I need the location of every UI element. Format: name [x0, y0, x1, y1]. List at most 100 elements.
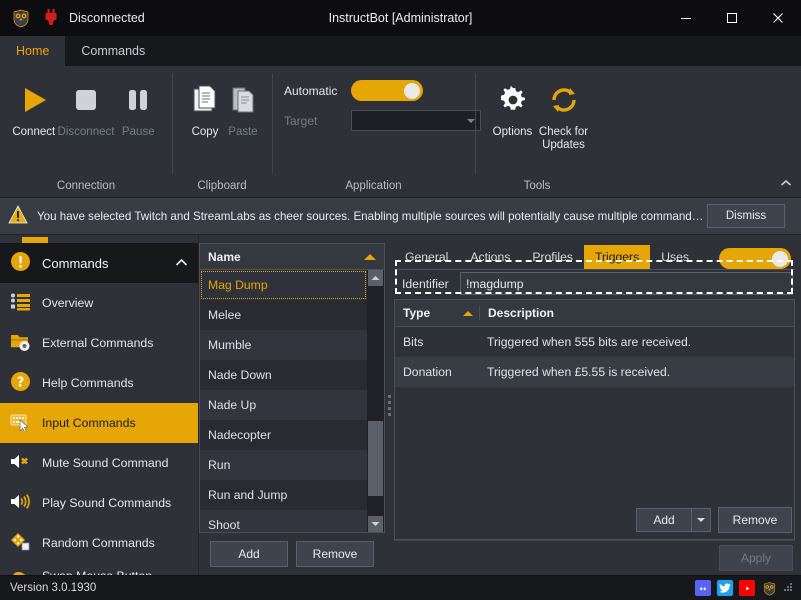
automatic-toggle[interactable] — [351, 80, 424, 101]
column-header-type[interactable]: Type — [395, 306, 479, 320]
panel-splitter[interactable] — [385, 235, 394, 575]
options-button[interactable]: Options — [487, 74, 538, 139]
instructbot-window: Disconnected InstructBot [Administrator]… — [0, 0, 801, 600]
command-enabled-toggle[interactable] — [719, 248, 791, 269]
pause-button[interactable]: Pause — [114, 74, 162, 139]
command-list-scrollbar[interactable] — [367, 270, 384, 532]
sidebar-item-label: Swap Mouse Button Command — [42, 569, 188, 575]
sidebar-section-commands[interactable]: Commands — [0, 243, 198, 283]
ribbon-group-application: Automatic Target Application — [272, 66, 482, 197]
list-item[interactable]: Shoot — [200, 510, 367, 532]
twitter-icon[interactable] — [717, 580, 733, 596]
command-list-header[interactable]: Name — [199, 243, 385, 270]
options-label: Options — [492, 126, 533, 138]
paste-icon — [227, 78, 259, 122]
tab-actions[interactable]: Actions — [459, 245, 521, 269]
tab-uses[interactable]: Uses — [650, 245, 700, 269]
sidebar-accent-strip — [0, 235, 198, 243]
list-item[interactable]: Nade Down — [200, 360, 367, 390]
list-item[interactable]: Run and Jump — [200, 480, 367, 510]
close-icon[interactable] — [755, 0, 801, 36]
sidebar-item-random-commands[interactable]: Random Commands — [0, 523, 198, 563]
sidebar-item-help-commands[interactable]: ? Help Commands — [0, 363, 198, 403]
sidebar-item-label: Play Sound Commands — [42, 496, 172, 510]
warning-triangle-icon — [8, 205, 28, 227]
sidebar-item-label: Random Commands — [42, 536, 155, 550]
exclamation-circle-icon — [10, 251, 31, 275]
sidebar-item-external-commands[interactable]: External Commands — [0, 323, 198, 363]
list-item[interactable]: Melee — [200, 300, 367, 330]
ribbon-tab-strip: Home Commands — [0, 36, 801, 66]
command-list-panel: Name Mag Dump Melee Mumble Nade Down Nad… — [199, 235, 385, 575]
sidebar-item-overview[interactable]: Overview — [0, 283, 198, 323]
sidebar-item-swap-mouse-button-command[interactable]: Swap Mouse Button Command — [0, 563, 198, 575]
sort-ascending-icon — [364, 253, 376, 260]
disconnect-button[interactable]: Disconnect — [58, 74, 114, 139]
identifier-input[interactable]: !magdump — [460, 272, 793, 295]
chevron-up-icon[interactable] — [775, 173, 797, 193]
paste-button[interactable]: Paste — [224, 74, 262, 139]
notification-text: You have selected Twitch and StreamLabs … — [37, 209, 707, 223]
sidebar-item-label: External Commands — [42, 336, 154, 350]
maximize-icon[interactable] — [709, 0, 755, 36]
command-list[interactable]: Mag Dump Melee Mumble Nade Down Nade Up … — [200, 270, 367, 532]
table-row[interactable]: Bits Triggered when 555 bits are receive… — [395, 327, 794, 357]
column-header-type-label: Type — [403, 306, 431, 320]
resize-grip-icon[interactable] — [784, 583, 794, 593]
remove-trigger-button[interactable]: Remove — [718, 507, 792, 533]
triggers-table-header: Type Description — [395, 300, 794, 327]
chevron-up-icon[interactable] — [175, 256, 188, 270]
question-circle-icon: ? — [10, 371, 31, 395]
stop-icon — [69, 78, 103, 122]
add-command-button[interactable]: Add — [210, 541, 288, 567]
automatic-label: Automatic — [284, 83, 338, 98]
tab-profiles[interactable]: Profiles — [521, 245, 584, 269]
sidebar-item-mute-sound-command[interactable]: Mute Sound Command — [0, 443, 198, 483]
gear-icon — [497, 78, 529, 122]
target-select[interactable] — [351, 110, 482, 131]
ribbon-tab-home[interactable]: Home — [0, 36, 66, 66]
apply-button[interactable]: Apply — [719, 545, 793, 571]
add-trigger-split-button[interactable]: Add — [636, 508, 711, 532]
refresh-icon — [548, 78, 580, 122]
list-item[interactable]: Mag Dump — [200, 270, 367, 300]
pause-icon — [121, 78, 155, 122]
scroll-up-icon[interactable] — [368, 270, 383, 286]
toggle-knob — [772, 250, 788, 267]
speaker-play-icon — [10, 493, 31, 513]
remove-command-button[interactable]: Remove — [296, 541, 374, 567]
sidebar-item-play-sound-commands[interactable]: Play Sound Commands — [0, 483, 198, 523]
command-list-buttons: Add Remove — [199, 533, 385, 575]
folder-gear-icon — [10, 332, 31, 354]
identifier-label: Identifier — [402, 276, 449, 291]
add-trigger-dropdown-button[interactable] — [691, 508, 711, 532]
tab-general[interactable]: General — [394, 245, 459, 269]
copy-label: Copy — [191, 126, 219, 138]
connect-button[interactable]: Connect — [10, 74, 58, 139]
check-for-updates-button[interactable]: Check for Updates — [538, 74, 589, 152]
sidebar-item-input-commands[interactable]: Input Commands — [0, 403, 198, 443]
copy-button[interactable]: Copy — [186, 74, 224, 139]
connection-status-label: Disconnected — [69, 11, 145, 25]
list-item[interactable]: Nade Up — [200, 390, 367, 420]
scroll-down-icon[interactable] — [368, 516, 383, 532]
sidebar: Commands Overview External Commands ? He… — [0, 235, 199, 575]
owl-logo-icon[interactable] — [761, 580, 777, 596]
ribbon-group-title-clipboard: Clipboard — [197, 180, 247, 192]
table-row[interactable]: Donation Triggered when £5.55 is receive… — [395, 357, 794, 387]
tab-triggers[interactable]: Triggers — [583, 245, 651, 269]
list-item[interactable]: Nadecopter — [200, 420, 367, 450]
scrollbar-track[interactable] — [368, 286, 383, 516]
list-item[interactable]: Mumble — [200, 330, 367, 360]
add-trigger-button[interactable]: Add — [636, 508, 691, 532]
column-header-description[interactable]: Description — [479, 306, 794, 320]
list-item[interactable]: Run — [200, 450, 367, 480]
minimize-icon[interactable] — [663, 0, 709, 36]
check-for-updates-label: Check for Updates — [538, 126, 589, 151]
discord-icon[interactable] — [695, 580, 711, 596]
connect-label: Connect — [12, 126, 56, 138]
dismiss-button[interactable]: Dismiss — [707, 204, 785, 228]
ribbon-tab-commands[interactable]: Commands — [65, 36, 161, 66]
social-links — [695, 580, 777, 596]
youtube-icon[interactable] — [739, 580, 755, 596]
